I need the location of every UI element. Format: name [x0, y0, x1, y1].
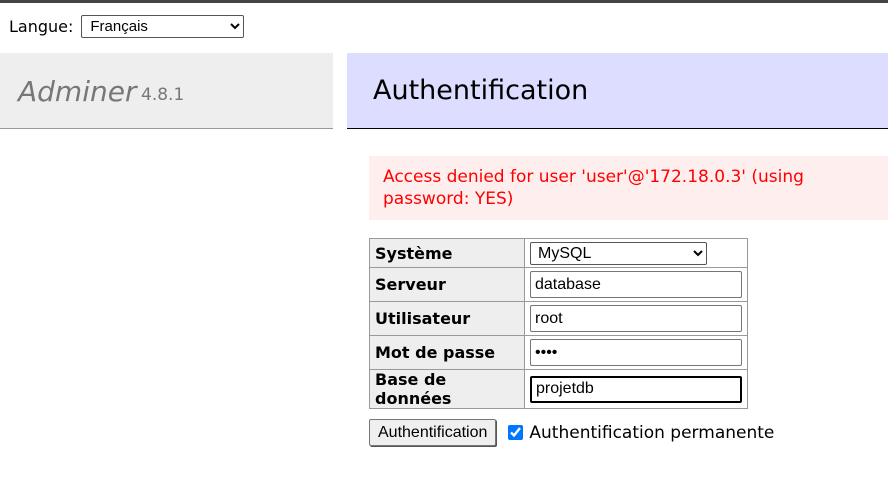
username-cell [524, 301, 748, 336]
login-form-table: Système MySQL Serveur Utilisateur Mot de… [369, 238, 748, 409]
form-row-server: Serveur [369, 267, 748, 302]
username-label: Utilisateur [369, 301, 525, 336]
menu-header: Adminer 4.8.1 [0, 53, 333, 129]
error-message: Access denied for user 'user'@'172.18.0.… [369, 156, 888, 220]
submit-row: Authentification Authentification perman… [369, 419, 774, 446]
form-row-username: Utilisateur [369, 301, 748, 336]
system-select[interactable]: MySQL [530, 241, 707, 265]
form-row-password: Mot de passe [369, 335, 748, 370]
server-label: Serveur [369, 267, 525, 302]
password-input[interactable] [530, 339, 742, 366]
form-row-database: Base de données [369, 369, 748, 409]
username-input[interactable] [530, 305, 742, 332]
database-label: Base de données [369, 369, 525, 409]
app-name-link[interactable]: Adminer [18, 75, 136, 108]
permanent-login-checkbox[interactable] [508, 425, 524, 440]
form-row-system: Système MySQL [369, 238, 748, 268]
server-cell [524, 267, 748, 302]
server-input[interactable] [530, 271, 742, 298]
language-select[interactable]: Français [81, 15, 245, 38]
language-bar: Langue: Français [9, 15, 245, 38]
login-button[interactable]: Authentification [369, 419, 497, 446]
database-input[interactable] [530, 375, 742, 403]
language-label: Langue: [9, 17, 74, 36]
password-cell [524, 335, 748, 370]
password-label: Mot de passe [369, 335, 525, 370]
content-header: Authentification [347, 53, 888, 129]
system-cell: MySQL [524, 238, 748, 268]
page-title: Authentification [373, 75, 589, 106]
system-label: Système [369, 238, 525, 268]
app-version: 4.8.1 [141, 85, 185, 105]
database-cell [524, 369, 748, 409]
permanent-login-label[interactable]: Authentification permanente [529, 423, 774, 443]
